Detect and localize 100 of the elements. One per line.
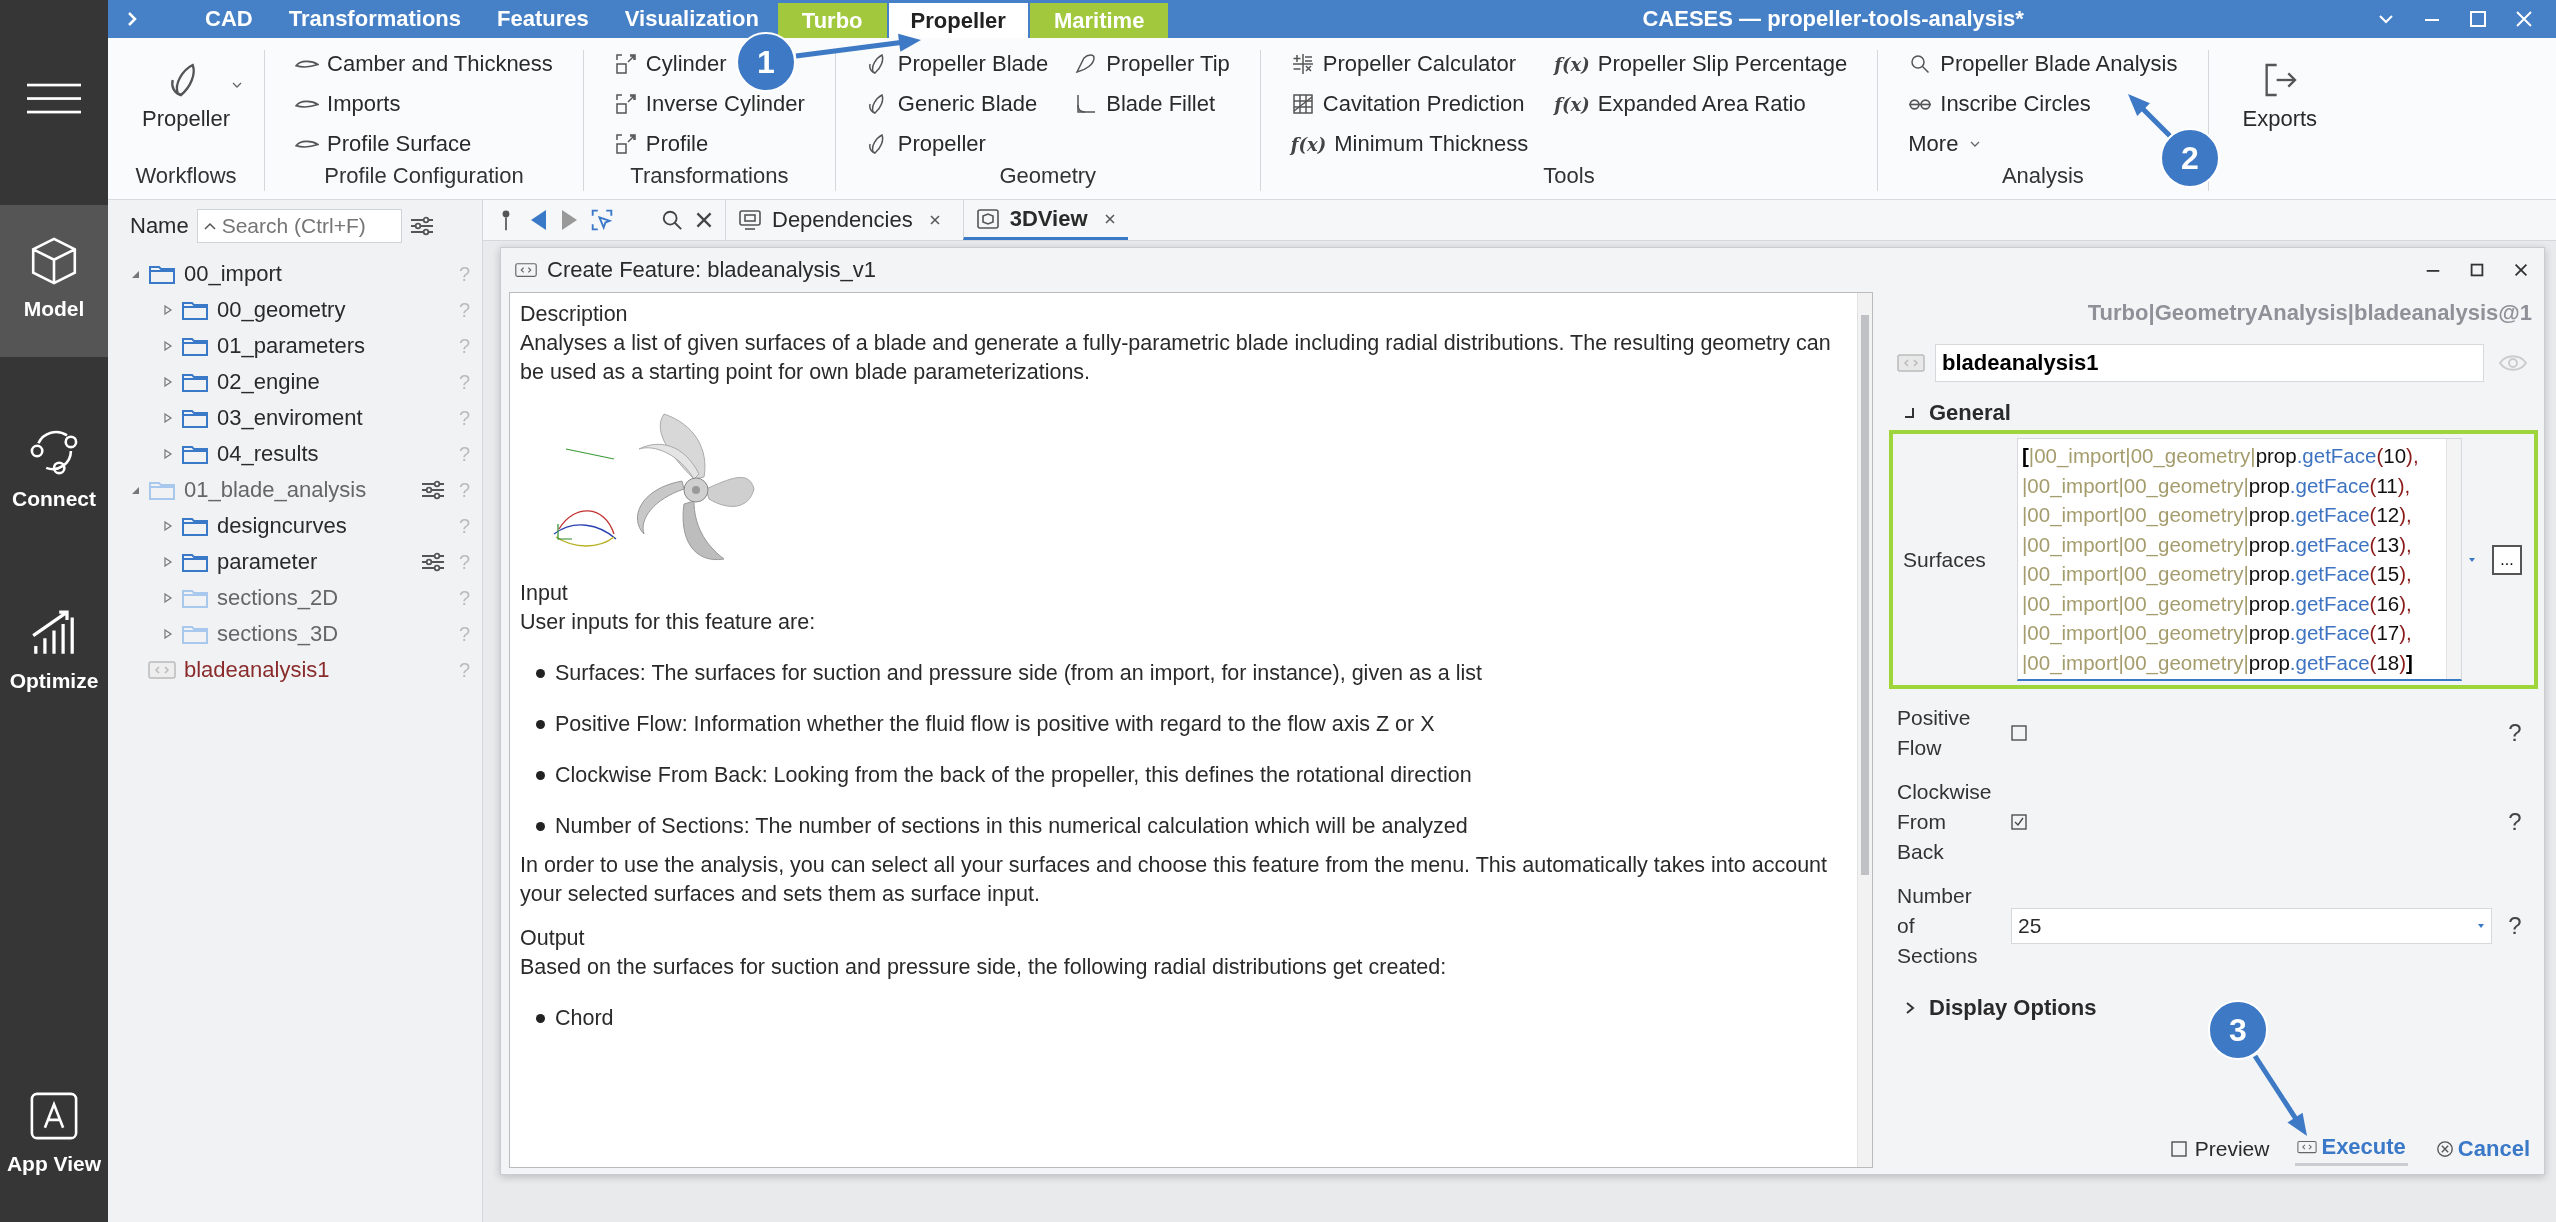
ribbon-button[interactable]: f(x) Minimum Thickness	[1286, 130, 1533, 158]
ribbon-button[interactable]: Camber and Thickness	[291, 50, 557, 78]
ribbon-button[interactable]: Profile	[609, 130, 713, 158]
sidebar-item[interactable]: App View	[0, 1062, 108, 1204]
expand-arrow-icon[interactable]	[163, 557, 173, 567]
tree-item[interactable]: 00_geometry	[217, 297, 451, 323]
close-icon[interactable]	[928, 214, 941, 226]
sliders-icon[interactable]	[420, 552, 445, 572]
tree-item[interactable]: 02_engine	[217, 369, 451, 395]
resize-icon	[613, 92, 638, 116]
collapse-arrow-icon[interactable]	[130, 485, 140, 495]
list-item: Clockwise From Back: Looking from the back of the propeller, this defines the rotational direction	[555, 762, 1472, 789]
expand-arrow-icon[interactable]	[163, 305, 173, 315]
group-label: Tools	[1542, 163, 1596, 190]
folder-icon	[148, 263, 176, 285]
ribbon-button[interactable]: Propeller	[134, 50, 239, 163]
section-header[interactable]: General	[1897, 400, 2532, 426]
view-tab[interactable]: Dependencies	[725, 200, 953, 240]
menu-icon[interactable]	[27, 82, 81, 116]
folder-icon	[148, 479, 176, 501]
ribbon-button[interactable]: Propeller Calculator	[1286, 50, 1520, 78]
dialog-title: Create Feature: bladeanalysis_v1	[547, 257, 877, 283]
execute-button[interactable]: Execute	[2295, 1132, 2408, 1166]
ribbon-button[interactable]: Propeller Blade Analysis	[1904, 50, 2182, 78]
ribbon-button[interactable]: Exports	[2234, 50, 2326, 191]
ribbon-button[interactable]: Propeller	[861, 130, 990, 158]
list-item: Chord	[555, 1005, 614, 1032]
paragraph: Based on the surfaces for suction and pressure side, the following radial distributions get created:	[520, 954, 1448, 981]
tree-item[interactable]: 01_blade_analysis	[184, 477, 413, 503]
list-item: Number of Sections: The number of sections in this numerical calculation which will be analyzed	[555, 813, 1468, 840]
search-icon[interactable]	[661, 208, 683, 232]
column-header: Name	[130, 213, 189, 239]
caret-icon[interactable]	[2468, 556, 2476, 563]
ribbon-button[interactable]: Blade Fillet	[1070, 90, 1220, 118]
calculator-icon	[1290, 52, 1315, 76]
help-mark[interactable]: ?	[2498, 808, 2532, 836]
sidebar-item[interactable]: Connect	[0, 397, 108, 539]
caret-icon	[1970, 141, 1981, 147]
preview-checkbox[interactable]: Preview	[2170, 1137, 2270, 1161]
expand-arrow-icon[interactable]	[163, 449, 173, 459]
help-mark[interactable]: ?	[2498, 719, 2532, 747]
ribbon-tab[interactable]: Features	[480, 0, 606, 38]
maximize-icon[interactable]	[2468, 261, 2486, 279]
tree-item[interactable]: 04_results	[217, 441, 451, 467]
expand-arrow-icon[interactable]	[163, 413, 173, 423]
name-field[interactable]: bladeanalysis1	[1935, 344, 2484, 382]
code-field[interactable]	[2017, 438, 2462, 681]
ribbon-button[interactable]: Inverse Cylinder	[609, 90, 809, 118]
ribbon-button[interactable]: Propeller Blade	[861, 50, 1053, 78]
chevron-right-icon[interactable]	[126, 11, 138, 27]
expand-arrow-icon[interactable]	[163, 377, 173, 387]
more-button[interactable]: ...	[2492, 544, 2522, 575]
resize-icon	[613, 52, 638, 76]
sidebar-item[interactable]: Optimize	[0, 579, 108, 721]
select-icon[interactable]	[591, 208, 613, 232]
folder-icon	[181, 299, 209, 321]
cancel-button[interactable]: Cancel	[2433, 1133, 2532, 1165]
expand-arrow-icon[interactable]	[163, 521, 173, 531]
paragraph: Analyses a list of given surfaces of a blade and generate a fully-parametric blade including radial distributions. The resulting geometry can be used as a starting point for own blade parameterizations.	[520, 330, 1832, 386]
ribbon-tab[interactable]: Transformations	[271, 0, 479, 38]
tree-item[interactable]: designcurves	[217, 513, 451, 539]
tree-item[interactable]: 01_parameters	[217, 333, 451, 359]
filter-icon[interactable]	[409, 216, 434, 236]
sidebar-item[interactable]: Model	[0, 205, 108, 357]
help-mark[interactable]: ?	[2498, 912, 2532, 940]
tree-item[interactable]: 00_import	[184, 261, 451, 287]
ribbon-button[interactable]: More	[1904, 130, 1985, 158]
function-icon: f(x)	[1554, 53, 1590, 75]
code-line: |00_import|00_geometry|prop.getFace(13),	[2022, 531, 2413, 559]
checkbox[interactable]	[2011, 814, 2027, 830]
ribbon-tab[interactable]: CAD	[188, 0, 270, 38]
ribbon-button[interactable]: Profile Surface	[291, 130, 476, 158]
search-field[interactable]: Search (Ctrl+F)	[196, 209, 402, 243]
collapse-arrow-icon[interactable]	[130, 269, 140, 279]
number-field[interactable]: 25	[2011, 908, 2492, 944]
close-icon[interactable]	[2512, 261, 2530, 279]
ribbon-button[interactable]: Cavitation Prediction	[1286, 90, 1529, 118]
ribbon-button[interactable]: Imports	[291, 90, 405, 118]
scrollbar[interactable]	[1857, 293, 1872, 1167]
list-item: Surfaces: The surfaces for suction and pressure side (from an import, for instance), given as a list	[555, 660, 1482, 687]
folder-icon	[181, 443, 209, 465]
close-icon[interactable]	[1103, 212, 1116, 225]
ribbon-tab[interactable]: Propeller	[888, 3, 1028, 38]
expand-arrow-icon[interactable]	[163, 341, 173, 351]
ribbon-button[interactable]: f(x) Propeller Slip Percentage	[1550, 50, 1852, 78]
tree-item[interactable]: 03_enviroment	[217, 405, 451, 431]
tree-item[interactable]: parameter	[217, 549, 413, 575]
tree-item[interactable]: sections_2D	[217, 585, 451, 611]
ribbon-button[interactable]: Propeller Tip	[1070, 50, 1234, 78]
ribbon-button[interactable]: Inscribe Circles	[1904, 90, 2095, 118]
ribbon-button[interactable]: Generic Blade	[861, 90, 1042, 118]
ribbon-button[interactable]: f(x) Expanded Area Ratio	[1550, 90, 1810, 118]
sliders-icon[interactable]	[420, 480, 445, 500]
scrollbar[interactable]	[2446, 439, 2461, 679]
expand-arrow-icon[interactable]	[163, 593, 173, 603]
tree-item[interactable]: sections_3D	[217, 621, 451, 647]
ribbon-button[interactable]: Cylinder	[609, 50, 731, 78]
expand-arrow-icon[interactable]	[163, 629, 173, 639]
checkbox[interactable]	[2011, 725, 2027, 741]
tree-item[interactable]: bladeanalysis1	[184, 657, 451, 683]
